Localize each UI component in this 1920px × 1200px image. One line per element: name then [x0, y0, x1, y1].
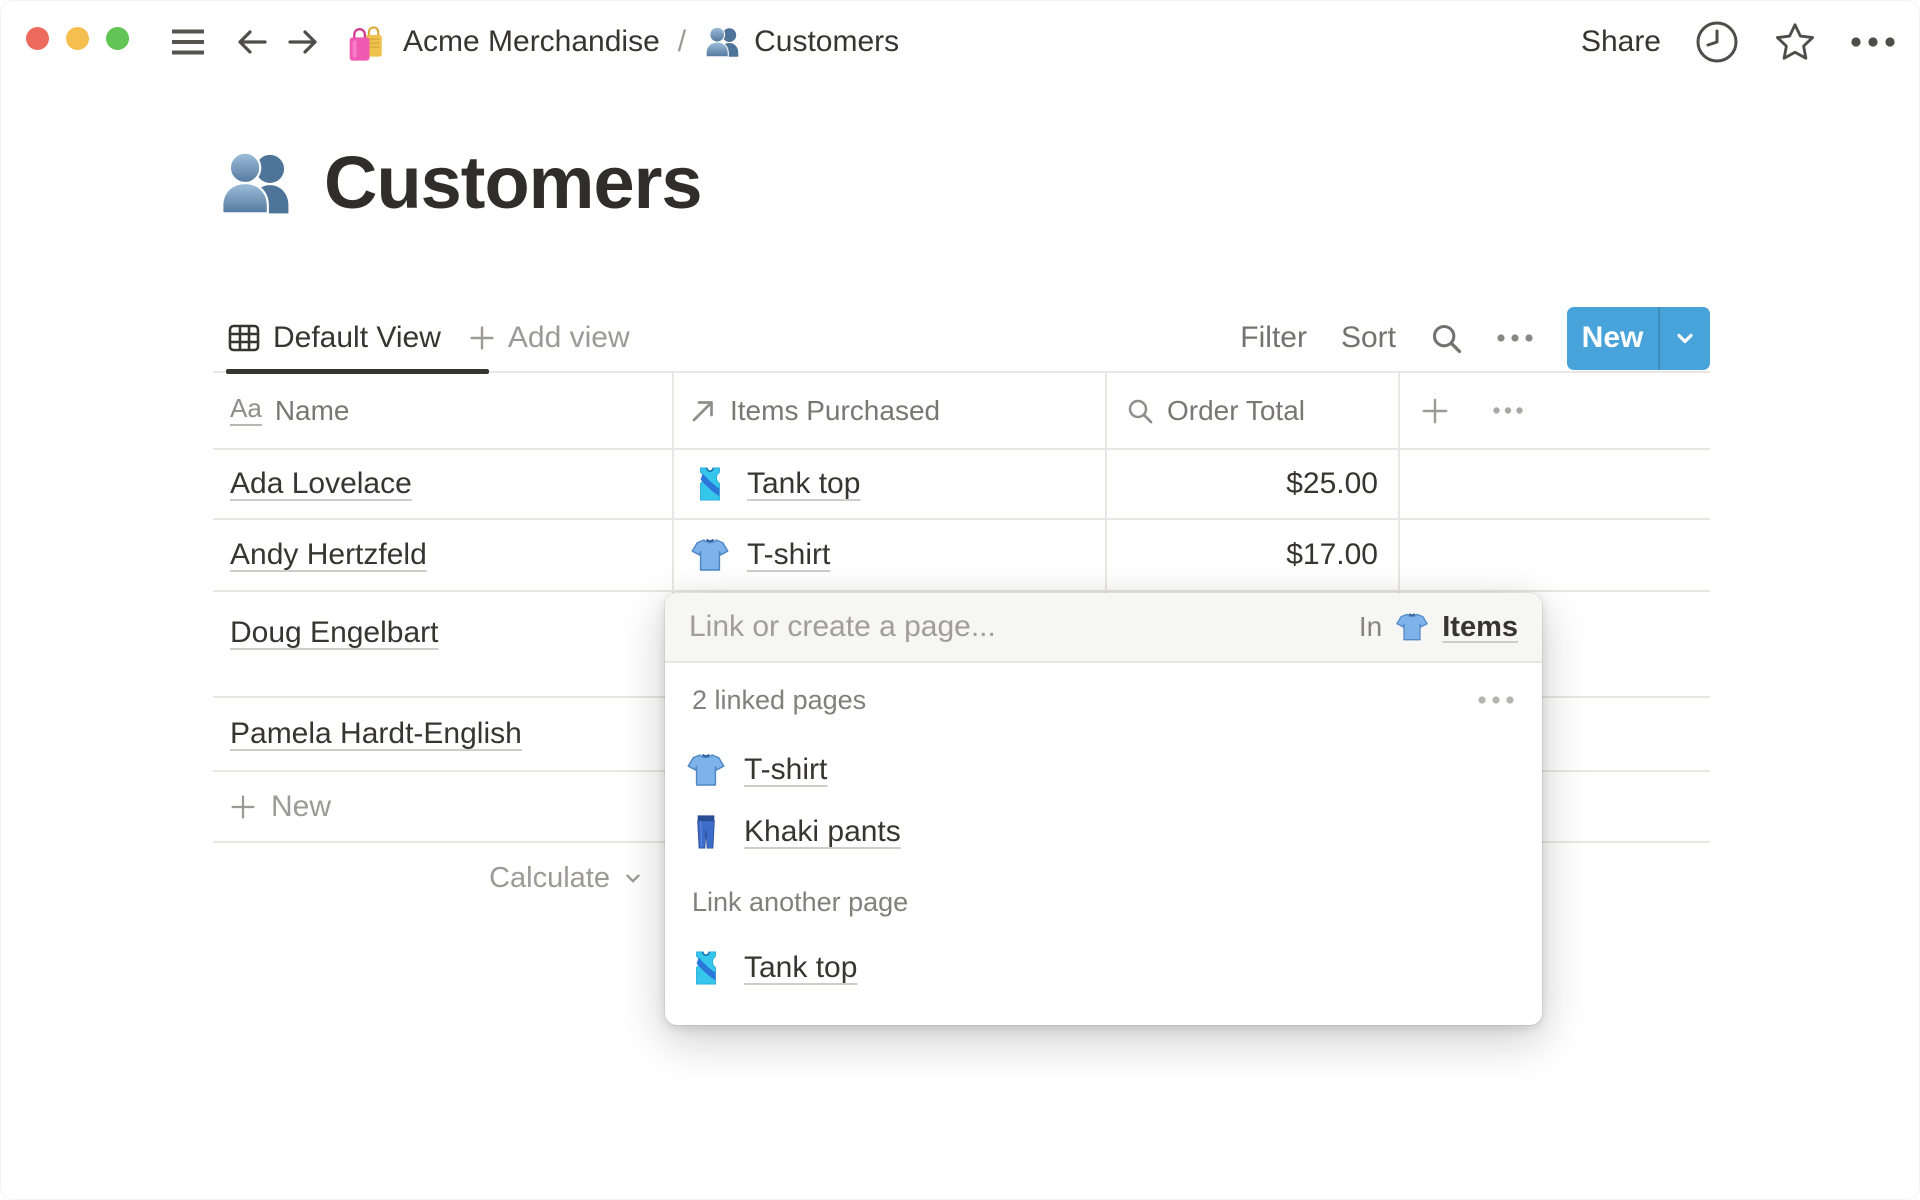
add-column-icon[interactable]: [1421, 397, 1449, 425]
shopping-bags-emoji: [345, 21, 387, 63]
relation-arrow-icon: [689, 397, 717, 425]
back-icon[interactable]: [235, 25, 269, 59]
view-more-options-icon[interactable]: [1497, 334, 1533, 342]
calculate-button[interactable]: Calculate: [213, 843, 672, 913]
window-controls: [26, 27, 129, 50]
table-row: Ada Lovelace Tank top $25.00: [213, 450, 1710, 520]
tank-top-emoji: [686, 948, 726, 988]
in-label: In: [1358, 611, 1383, 642]
app-window: Acme Merchandise / Customers Share Custo…: [0, 0, 1920, 1200]
zoom-window-button[interactable]: [106, 27, 129, 50]
header-extra-cell: [1398, 397, 1710, 425]
name-cell[interactable]: Pamela Hardt-English: [213, 698, 672, 770]
chevron-down-icon: [626, 874, 640, 883]
linked-page-item[interactable]: Khaki pants: [665, 801, 1542, 863]
close-window-button[interactable]: [26, 27, 49, 50]
t-shirt-emoji: [690, 535, 730, 575]
table-view-icon: [228, 322, 260, 354]
tank-top-emoji: [690, 464, 730, 504]
title-field-icon: Aa: [230, 395, 262, 426]
filter-button[interactable]: Filter: [1240, 321, 1307, 355]
breadcrumb-separator: /: [677, 25, 687, 58]
name-cell[interactable]: Ada Lovelace: [213, 450, 672, 518]
items-purchased-cell[interactable]: Tank top: [672, 450, 1105, 518]
jeans-emoji: [686, 812, 726, 852]
name-cell[interactable]: Andy Hertzfeld: [213, 520, 672, 590]
plus-icon: [470, 326, 494, 350]
topbar-actions: Share: [1581, 0, 1896, 84]
forward-icon[interactable]: [286, 25, 320, 59]
view-actions: Filter Sort New: [1240, 303, 1710, 373]
share-button[interactable]: Share: [1581, 25, 1661, 59]
page-title[interactable]: Customers: [324, 140, 703, 225]
t-shirt-emoji: [686, 750, 726, 790]
favorite-star-icon[interactable]: [1773, 20, 1817, 64]
view-tabs: Default View Add view: [226, 303, 630, 374]
linked-page-item[interactable]: T-shirt: [665, 739, 1542, 801]
page-header: Customers: [218, 140, 703, 225]
tab-default-view[interactable]: Default View: [273, 321, 441, 355]
link-search-placeholder: Link or create a page...: [689, 610, 996, 643]
rollup-magnifier-icon: [1126, 397, 1154, 425]
t-shirt-emoji: [1395, 610, 1429, 644]
minimize-window-button[interactable]: [66, 27, 89, 50]
table-header-row: Aa Name Items Purchased Order Total: [213, 373, 1710, 450]
new-button-group: New: [1567, 306, 1710, 370]
view-toolbar: Default View Add view Filter Sort New: [213, 303, 1710, 374]
linked-pages-header: 2 linked pages: [665, 683, 1542, 717]
items-purchased-cell[interactable]: T-shirt: [672, 520, 1105, 590]
order-total-cell[interactable]: $17.00: [1105, 520, 1398, 590]
name-cell[interactable]: Doug Engelbart: [213, 592, 672, 696]
link-page-popup: Link or create a page... In Items 2 link…: [665, 593, 1542, 1025]
column-header-items-purchased[interactable]: Items Purchased: [672, 395, 1105, 427]
new-button[interactable]: New: [1567, 307, 1658, 370]
search-icon[interactable]: [1430, 322, 1463, 355]
column-header-name[interactable]: Aa Name: [213, 395, 672, 427]
order-total-cell[interactable]: $25.00: [1105, 450, 1398, 518]
breadcrumb-workspace[interactable]: Acme Merchandise: [403, 25, 660, 59]
linked-pages-options-icon[interactable]: [1478, 696, 1514, 704]
breadcrumb: Acme Merchandise / Customers: [345, 0, 899, 84]
people-emoji: [218, 144, 296, 222]
plus-icon: [231, 794, 255, 819]
in-database-indicator: In Items: [1359, 610, 1518, 644]
link-popup-body: 2 linked pages T-shirt Khaki pants Link …: [665, 663, 1542, 1025]
table-row: Andy Hertzfeld T-shirt $17.00: [213, 520, 1710, 592]
table-options-icon[interactable]: [1493, 407, 1523, 414]
add-view-button[interactable]: Add view: [469, 321, 630, 355]
sort-button[interactable]: Sort: [1341, 321, 1396, 355]
sidebar-menu-icon[interactable]: [171, 28, 205, 56]
breadcrumb-page[interactable]: Customers: [754, 25, 899, 59]
new-dropdown-chevron-icon[interactable]: [1660, 307, 1710, 370]
window-topbar: Acme Merchandise / Customers Share: [0, 0, 1920, 84]
in-database-link[interactable]: Items: [1442, 611, 1518, 644]
link-search-input[interactable]: Link or create a page... In Items: [665, 593, 1542, 663]
more-options-icon[interactable]: [1850, 37, 1896, 47]
column-header-order-total[interactable]: Order Total: [1105, 395, 1398, 427]
link-another-page-header: Link another page: [692, 886, 909, 917]
people-emoji: [704, 23, 742, 61]
history-clock-icon[interactable]: [1694, 19, 1740, 65]
suggested-page-item[interactable]: Tank top: [665, 937, 1542, 999]
